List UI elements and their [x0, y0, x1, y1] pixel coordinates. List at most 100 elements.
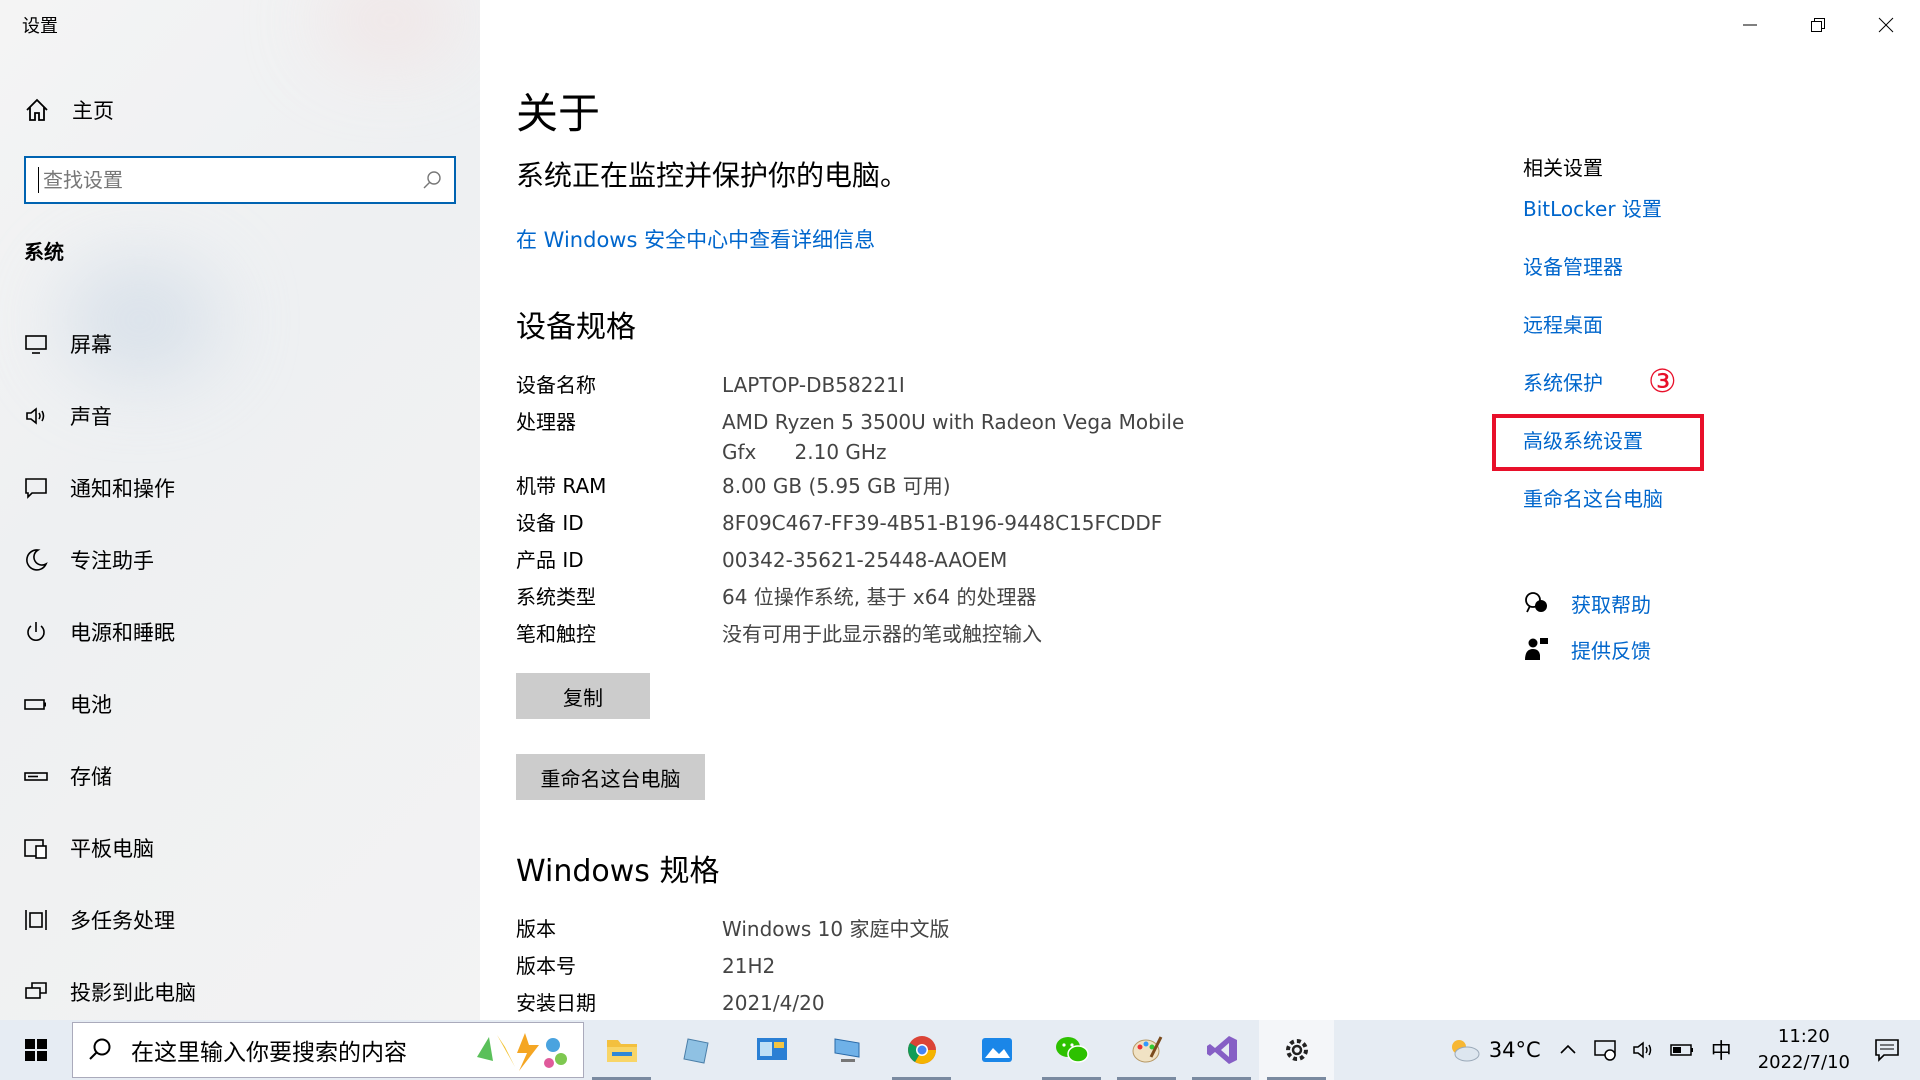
network-icon[interactable]	[1593, 1038, 1619, 1062]
taskbar-network-pc[interactable]	[809, 1020, 884, 1080]
visual-studio-icon	[1206, 1036, 1237, 1064]
network-pc-icon	[834, 1038, 859, 1062]
windows-logo-icon	[25, 1039, 47, 1061]
rename-pc-button[interactable]: 重命名这台电脑	[516, 754, 705, 800]
restore-icon	[1811, 18, 1825, 32]
taskbar-chrome[interactable]	[884, 1020, 959, 1080]
search-input[interactable]	[38, 167, 422, 193]
close-button[interactable]	[1852, 0, 1920, 50]
spec-value: 8F09C467-FF39-4B51-B196-9448C15FCDDF	[722, 511, 1163, 535]
sidebar-item-label: 屏幕	[70, 333, 112, 357]
spec-key: 笔和触控	[516, 622, 596, 646]
minimize-icon	[1743, 24, 1757, 26]
window-title: 设置	[22, 16, 58, 37]
security-center-link[interactable]: 在 Windows 安全中心中查看详细信息	[516, 224, 875, 254]
taskbar-control-panel[interactable]	[734, 1020, 809, 1080]
get-help-link[interactable]: 获取帮助	[1523, 580, 1651, 626]
taskbar-wechat[interactable]	[1034, 1020, 1109, 1080]
spec-row: 机带 RAM 8.00 GB (5.95 GB 可用)	[516, 471, 1184, 508]
file-explorer-icon	[606, 1040, 637, 1062]
spec-row: 笔和触控 没有可用于此显示器的笔或触控输入	[516, 619, 1184, 656]
weather-cloud-icon[interactable]	[1447, 1036, 1481, 1064]
speaker-icon	[26, 407, 45, 425]
spec-value-line: AMD Ryzen 5 3500U with Radeon Vega Mobil…	[722, 410, 1185, 434]
spec-value: AMD Ryzen 5 3500U with Radeon Vega Mobil…	[722, 407, 1184, 471]
taskbar-visual-studio[interactable]	[1184, 1020, 1259, 1080]
sidebar-item-display[interactable]: 屏幕	[0, 308, 480, 380]
spec-value: 8.00 GB (5.95 GB 可用)	[722, 474, 951, 498]
feedback-icon	[1525, 638, 1548, 660]
sidebar-item-battery[interactable]: 电池	[0, 668, 480, 740]
device-specs-table: 设备名称 LAPTOP-DB58221I 处理器 AMD Ryzen 5 350…	[516, 370, 1184, 656]
spec-row: 产品 ID 00342-35621-25448-AAOEM	[516, 545, 1184, 582]
ime-indicator[interactable]: 中	[1711, 1035, 1732, 1065]
spec-row: 版本 Windows 10 家庭中文版	[516, 914, 949, 951]
spec-key: 设备名称	[516, 373, 596, 397]
volume-icon[interactable]	[1631, 1038, 1657, 1062]
action-center-icon[interactable]	[1874, 1037, 1900, 1063]
spec-value: LAPTOP-DB58221I	[722, 373, 905, 397]
spec-value: 64 位操作系统, 基于 x64 的处理器	[722, 585, 1037, 609]
device-manager-link[interactable]: 设备管理器	[1523, 253, 1663, 311]
paint-icon	[1132, 1036, 1162, 1063]
chrome-icon	[907, 1036, 936, 1064]
search-icon[interactable]	[422, 170, 442, 190]
weather-temperature[interactable]: 34°C	[1489, 1038, 1541, 1062]
remote-desktop-link[interactable]: 远程桌面	[1523, 311, 1663, 369]
sidebar-item-tablet[interactable]: 平板电脑	[0, 812, 480, 884]
help-section: 获取帮助 提供反馈	[1523, 580, 1651, 672]
taskbar-notepad[interactable]	[659, 1020, 734, 1080]
settings-icon	[1285, 1039, 1308, 1061]
spec-key: 版本号	[516, 954, 576, 978]
restore-button[interactable]	[1784, 0, 1852, 50]
feedback-link[interactable]: 提供反馈	[1523, 626, 1651, 672]
sidebar-item-power-sleep[interactable]: 电源和睡眠	[0, 596, 480, 668]
project-icon	[25, 982, 47, 999]
sidebar: 设置 主页 系统 屏幕 声音 通知和操作 专注助手	[0, 0, 480, 1020]
spec-key: 产品 ID	[516, 548, 584, 572]
sidebar-item-notifications[interactable]: 通知和操作	[0, 452, 480, 524]
sidebar-item-project[interactable]: 投影到此电脑	[0, 956, 480, 1020]
home-nav-item[interactable]: 主页	[24, 92, 114, 128]
storage-icon	[24, 772, 48, 781]
notification-icon	[25, 478, 47, 499]
copy-button[interactable]: 复制	[516, 673, 650, 719]
sidebar-item-focus-assist[interactable]: 专注助手	[0, 524, 480, 596]
minimize-button[interactable]	[1716, 0, 1784, 50]
power-icon	[27, 622, 45, 641]
spec-row: 版本号 21H2	[516, 951, 949, 988]
chevron-up-icon[interactable]	[1557, 1039, 1579, 1061]
battery-tray-icon[interactable]	[1669, 1038, 1697, 1062]
start-button[interactable]	[0, 1020, 72, 1080]
related-settings-heading: 相关设置	[1523, 156, 1603, 180]
page-title: 关于	[516, 89, 601, 138]
sidebar-item-label: 存储	[70, 765, 112, 789]
spec-value-line: Gfx 2.10 GHz	[722, 440, 887, 464]
taskbar-file-explorer[interactable]	[584, 1020, 659, 1080]
sidebar-item-sound[interactable]: 声音	[0, 380, 480, 452]
taskbar: 在这里输入你要搜索的内容 34°C 中 11:20 2022/7/10	[0, 1020, 1920, 1080]
moon-icon	[26, 549, 48, 571]
clock[interactable]: 11:20 2022/7/10	[1758, 1024, 1850, 1076]
sidebar-item-storage[interactable]: 存储	[0, 740, 480, 812]
search-box[interactable]	[24, 156, 456, 204]
taskbar-settings[interactable]	[1259, 1020, 1334, 1080]
rename-pc-link[interactable]: 重命名这台电脑	[1523, 485, 1663, 543]
bitlocker-link[interactable]: BitLocker 设置	[1523, 195, 1663, 253]
clock-time: 11:20	[1777, 1026, 1830, 1047]
spec-value: 21H2	[722, 954, 776, 978]
spec-value: 00342-35621-25448-AAOEM	[722, 548, 1008, 572]
spec-key: 处理器	[516, 410, 576, 434]
spec-key: 系统类型	[516, 585, 596, 609]
taskbar-search[interactable]: 在这里输入你要搜索的内容	[72, 1022, 584, 1078]
search-icon	[89, 1038, 111, 1060]
sidebar-item-multitasking[interactable]: 多任务处理	[0, 884, 480, 956]
spec-key: 版本	[516, 917, 556, 941]
taskbar-photos[interactable]	[959, 1020, 1034, 1080]
spec-key: 设备 ID	[516, 511, 584, 535]
sidebar-item-label: 声音	[70, 405, 112, 429]
taskbar-paint[interactable]	[1109, 1020, 1184, 1080]
spec-row: 设备 ID 8F09C467-FF39-4B51-B196-9448C15FCD…	[516, 508, 1184, 545]
help-chat-icon	[1525, 592, 1547, 613]
sidebar-item-label: 电源和睡眠	[70, 621, 175, 645]
